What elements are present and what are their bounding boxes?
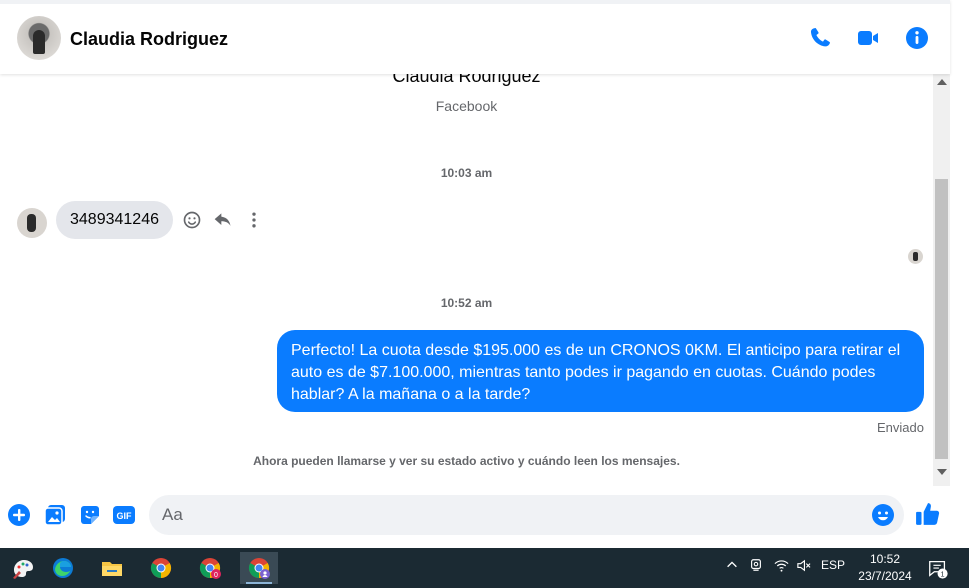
vertical-scrollbar[interactable] xyxy=(933,74,950,486)
message-status: Enviado xyxy=(877,420,924,435)
react-button[interactable] xyxy=(181,209,203,231)
chrome-icon xyxy=(150,558,172,579)
camera-icon xyxy=(751,559,761,571)
seen-avatar xyxy=(908,249,923,264)
clock-date: 23/7/2024 xyxy=(858,569,912,583)
attach-photo-button[interactable] xyxy=(42,502,68,528)
volume-button[interactable] xyxy=(794,558,812,573)
message-input[interactable] xyxy=(149,495,904,535)
taskbar-file-explorer[interactable] xyxy=(93,552,131,584)
speaker-muted-icon xyxy=(796,559,810,572)
gif-label: GIF xyxy=(117,511,133,521)
outgoing-message[interactable]: Perfecto! La cuota desde $195.000 es de … xyxy=(277,330,924,412)
system-notice: Ahora pueden llamarse y ver su estado ac… xyxy=(253,454,680,468)
composer: GIF xyxy=(0,486,969,548)
contact-name[interactable]: Claudia Rodriguez xyxy=(70,29,228,50)
notification-center-button[interactable]: 1 xyxy=(926,558,950,580)
edge-icon xyxy=(53,558,73,578)
chrome-profile-icon: 0 xyxy=(199,558,221,579)
notification-count: 1 xyxy=(941,569,945,578)
taskbar: 0 ESP 10:52 23/7/2024 1 xyxy=(0,548,969,588)
scroll-up-arrow[interactable] xyxy=(937,79,947,85)
file-explorer-icon xyxy=(102,562,122,576)
taskbar-paint[interactable] xyxy=(4,552,42,584)
network-button[interactable] xyxy=(772,558,790,573)
info-button[interactable] xyxy=(904,25,930,51)
like-button[interactable] xyxy=(914,500,942,528)
smiley-icon xyxy=(183,211,201,229)
contact-avatar[interactable] xyxy=(17,16,61,60)
more-options-button[interactable] xyxy=(243,209,265,231)
wifi-icon xyxy=(774,560,788,572)
sender-avatar[interactable] xyxy=(17,208,47,238)
chevron-up-icon xyxy=(727,561,737,568)
more-vertical-icon xyxy=(252,212,256,228)
taskbar-chrome-profile-2[interactable] xyxy=(240,552,278,584)
clock-time: 10:52 xyxy=(869,552,901,566)
profile-name: Claudia Rodriguez xyxy=(392,74,541,86)
taskbar-edge[interactable] xyxy=(44,552,82,584)
profile-source: Facebook xyxy=(435,98,498,114)
gif-icon: GIF xyxy=(113,506,135,524)
incoming-message[interactable]: 3489341246 xyxy=(56,201,173,239)
emoji-button[interactable] xyxy=(871,503,895,527)
video-icon xyxy=(858,31,878,45)
video-call-button[interactable] xyxy=(855,25,881,51)
call-button[interactable] xyxy=(807,25,833,51)
timestamp: 10:52 am xyxy=(440,296,493,310)
phone-icon xyxy=(810,28,830,47)
meet-now-button[interactable] xyxy=(748,558,764,572)
taskbar-chrome[interactable] xyxy=(142,552,180,584)
message-list[interactable]: Claudia Rodriguez Facebook 10:03 am 3489… xyxy=(0,74,950,486)
photo-icon xyxy=(44,505,65,526)
chat-header: Claudia Rodriguez xyxy=(0,0,950,74)
scrollbar-thumb[interactable] xyxy=(935,179,948,459)
language-indicator[interactable]: ESP xyxy=(820,558,846,572)
scroll-down-arrow[interactable] xyxy=(937,469,947,475)
paint-icon xyxy=(13,560,33,579)
reply-button[interactable] xyxy=(212,209,234,231)
messenger-window: Claudia Rodriguez Claudia Rodriguez Face… xyxy=(0,0,969,548)
show-hidden-icons-button[interactable] xyxy=(724,558,740,572)
reply-icon xyxy=(214,213,231,226)
timestamp: 10:03 am xyxy=(440,166,493,180)
chrome-badge: 0 xyxy=(214,572,218,579)
plus-icon xyxy=(8,504,30,526)
sticker-icon xyxy=(81,506,99,524)
chrome-profile-2-icon xyxy=(248,558,270,579)
notification-icon: 1 xyxy=(929,561,948,579)
system-clock[interactable]: 10:52 23/7/2024 xyxy=(850,551,920,585)
taskbar-chrome-profile[interactable]: 0 xyxy=(191,552,229,584)
like-icon xyxy=(916,503,940,525)
emoji-icon xyxy=(872,504,894,526)
more-actions-button[interactable] xyxy=(6,502,32,528)
gif-button[interactable]: GIF xyxy=(111,502,137,528)
sticker-button[interactable] xyxy=(77,502,103,528)
info-icon xyxy=(906,27,928,49)
